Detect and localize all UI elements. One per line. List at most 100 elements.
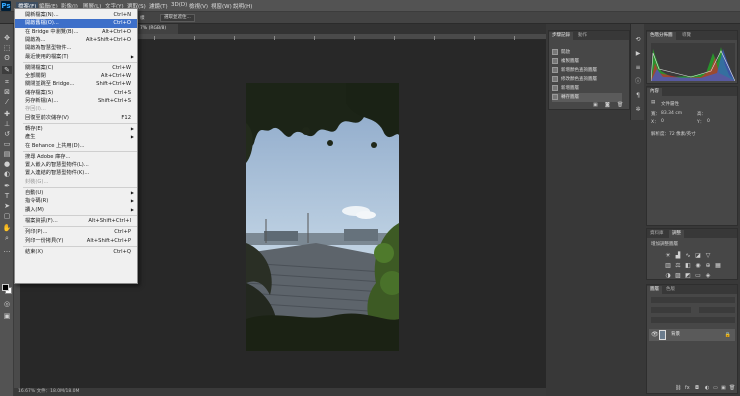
crop-tool-icon[interactable]: ⌗ [2, 78, 12, 86]
file-menu-item[interactable]: 結束(X) Ctrl+Q [15, 248, 137, 257]
shape-tool-icon[interactable]: ▢ [2, 212, 12, 220]
file-menu-item[interactable]: 自動(U) ▶ [15, 189, 137, 198]
file-menu-item[interactable]: 列印(P)... Ctrl+P [15, 228, 137, 237]
tab-actions[interactable]: 動作 [575, 32, 590, 40]
lock-icon[interactable]: 🔒 [725, 332, 731, 338]
gradient-map-icon[interactable]: ▭ [695, 273, 701, 279]
blend-mode-select[interactable] [651, 307, 691, 313]
actions-panel-icon[interactable]: ▶ [634, 50, 642, 58]
layer-name[interactable]: 背景 [671, 330, 680, 340]
curves-icon[interactable]: ∿ [685, 253, 691, 259]
layer-row[interactable]: 👁 背景 🔒 [649, 329, 735, 341]
info-panel-icon[interactable]: ⓘ [634, 78, 642, 86]
tab-navigator[interactable]: 導覽 [679, 32, 694, 40]
y-value[interactable]: 0 [707, 119, 710, 124]
posterize-icon[interactable]: ▨ [675, 273, 681, 279]
pen-tool-icon[interactable]: ✒ [2, 182, 12, 190]
delete-layer-icon[interactable]: 🗑 [729, 385, 735, 391]
layer-filter-bar[interactable] [651, 297, 735, 303]
fx-icon[interactable]: fx [685, 385, 690, 391]
file-menu-item[interactable]: 檔案資訊(F)... Alt+Shift+Ctrl+I [15, 217, 137, 226]
frame-tool-icon[interactable]: ⊠ [2, 88, 12, 96]
file-menu-item[interactable]: 最近使用的檔案(T) ▶ [15, 53, 137, 62]
lookup-icon[interactable]: ▦ [715, 263, 721, 269]
visibility-eye-icon[interactable]: 👁 [651, 331, 659, 338]
select-and-mask-button[interactable]: 選取並遮住... [160, 14, 195, 22]
paragraph-panel-icon[interactable]: ¶ [634, 92, 642, 100]
more-tools-icon[interactable]: … [2, 246, 12, 254]
brightness-icon[interactable]: ☀ [665, 253, 671, 259]
screen-mode-icon[interactable]: ▣ [2, 312, 12, 320]
type-tool-icon[interactable]: T [2, 192, 12, 200]
menu-3d[interactable]: 3D(D) [171, 2, 187, 8]
file-menu-item[interactable]: 開啟為智慧型物件... [15, 44, 137, 53]
menu-window[interactable]: 視窗(W) [211, 2, 232, 10]
history-item[interactable]: 新增顏色查詢圖層 [552, 66, 622, 75]
file-menu-item[interactable]: 指令碼(R) ▶ [15, 197, 137, 206]
file-menu-item[interactable]: 儲存檔案(S) Ctrl+S [15, 89, 137, 98]
eyedropper-tool-icon[interactable]: ⁄ [2, 98, 12, 106]
gradient-tool-icon[interactable]: ▤ [2, 150, 12, 158]
vibrance-icon[interactable]: ▽ [705, 253, 711, 259]
file-menu-item[interactable]: 在 Behance 上共用(D)... [15, 142, 137, 151]
hue-icon[interactable]: ▥ [665, 263, 671, 269]
file-menu-item[interactable]: 讀入(M) ▶ [15, 206, 137, 215]
opacity-field[interactable] [699, 307, 735, 313]
link-layers-icon[interactable]: ⛓ [675, 385, 681, 391]
zoom-tool-icon[interactable]: ⌕ [2, 234, 12, 242]
x-value[interactable]: 0 [661, 119, 664, 124]
group-icon[interactable]: ▭ [713, 385, 718, 391]
file-menu-item[interactable]: 全部關閉 Alt+Ctrl+W [15, 72, 137, 81]
mask-icon[interactable]: ◘ [695, 385, 699, 391]
file-menu-item[interactable]: 開新檔案(N)... Ctrl+N [15, 11, 137, 20]
snapshot-icon[interactable]: ▣ [593, 102, 598, 108]
file-menu-item[interactable]: 開啟為... Alt+Shift+Ctrl+O [15, 36, 137, 45]
channel-mixer-icon[interactable]: ⊕ [705, 263, 711, 269]
photo-filter-icon[interactable]: ◉ [695, 263, 701, 269]
stamp-tool-icon[interactable]: ⊥ [2, 120, 12, 128]
file-menu-item[interactable]: 在 Bridge 中瀏覽(B)... Alt+Ctrl+O [15, 28, 137, 37]
bw-icon[interactable]: ◧ [685, 263, 691, 269]
file-menu-item[interactable]: 搜尋 Adobe 庫存... [15, 153, 137, 162]
tab-properties[interactable]: 內容 [647, 88, 662, 96]
file-menu-item[interactable]: 產生 ▶ [15, 133, 137, 142]
file-menu-item[interactable]: 回復至前次儲存(V) F12 [15, 114, 137, 123]
dodge-tool-icon[interactable]: ◐ [2, 170, 12, 178]
eraser-tool-icon[interactable]: ▭ [2, 140, 12, 148]
width-value[interactable]: 83.34 cm [661, 111, 682, 116]
lasso-tool-icon[interactable]: ʘ [2, 54, 12, 62]
menu-help[interactable]: 說明(H) [233, 2, 252, 10]
threshold-icon[interactable]: ◩ [685, 273, 691, 279]
history-brush-icon[interactable]: ↺ [2, 130, 12, 138]
tab-adjustments[interactable]: 調整 [669, 230, 684, 238]
selective-color-icon[interactable]: ◈ [705, 273, 711, 279]
quick-mask-icon[interactable]: ◎ [2, 300, 12, 308]
history-item[interactable]: 開啟 [552, 48, 622, 57]
file-menu-item[interactable]: 轉存(E) ▶ [15, 125, 137, 134]
file-menu-item[interactable]: 開啟舊檔(O)... Ctrl+O [15, 19, 137, 28]
file-menu-item[interactable]: 置入嵌入的智慧型物件(L)... [15, 161, 137, 170]
levels-icon[interactable]: ▟ [675, 253, 681, 259]
hand-tool-icon[interactable]: ✋ [2, 224, 12, 232]
move-tool-icon[interactable]: ✥ [2, 34, 12, 42]
exposure-icon[interactable]: ◪ [695, 253, 701, 259]
lock-options-bar[interactable] [651, 317, 735, 323]
color-balance-icon[interactable]: ⚖ [675, 263, 681, 269]
history-item-selected[interactable]: 轉存圖層 [552, 93, 622, 102]
tab-layers[interactable]: 圖層 [647, 286, 662, 294]
file-menu-item[interactable]: 關閉檔案(C) Ctrl+W [15, 64, 137, 73]
camera-icon[interactable]: ◙ [605, 102, 610, 108]
tab-channels[interactable]: 色版 [663, 286, 678, 294]
foreground-color-swatch[interactable] [2, 284, 9, 291]
adjust-layer-icon[interactable]: ◐ [705, 385, 709, 391]
document-photo[interactable] [246, 83, 399, 351]
marquee-tool-icon[interactable]: ⬚ [2, 44, 12, 52]
document-tab[interactable]: 7% (RGB/8) [138, 24, 178, 34]
brush-tool-icon[interactable]: ✎ [2, 66, 12, 74]
blur-tool-icon[interactable]: ● [2, 160, 12, 168]
new-layer-icon[interactable]: ▣ [721, 385, 726, 391]
adjust-panel-icon[interactable]: ✲ [634, 106, 642, 114]
history-item[interactable]: 修改顏色查詢圖層 [552, 75, 622, 84]
tab-libraries[interactable]: 資料庫 [647, 230, 667, 238]
tab-histogram[interactable]: 色階分佈圖 [647, 32, 676, 40]
